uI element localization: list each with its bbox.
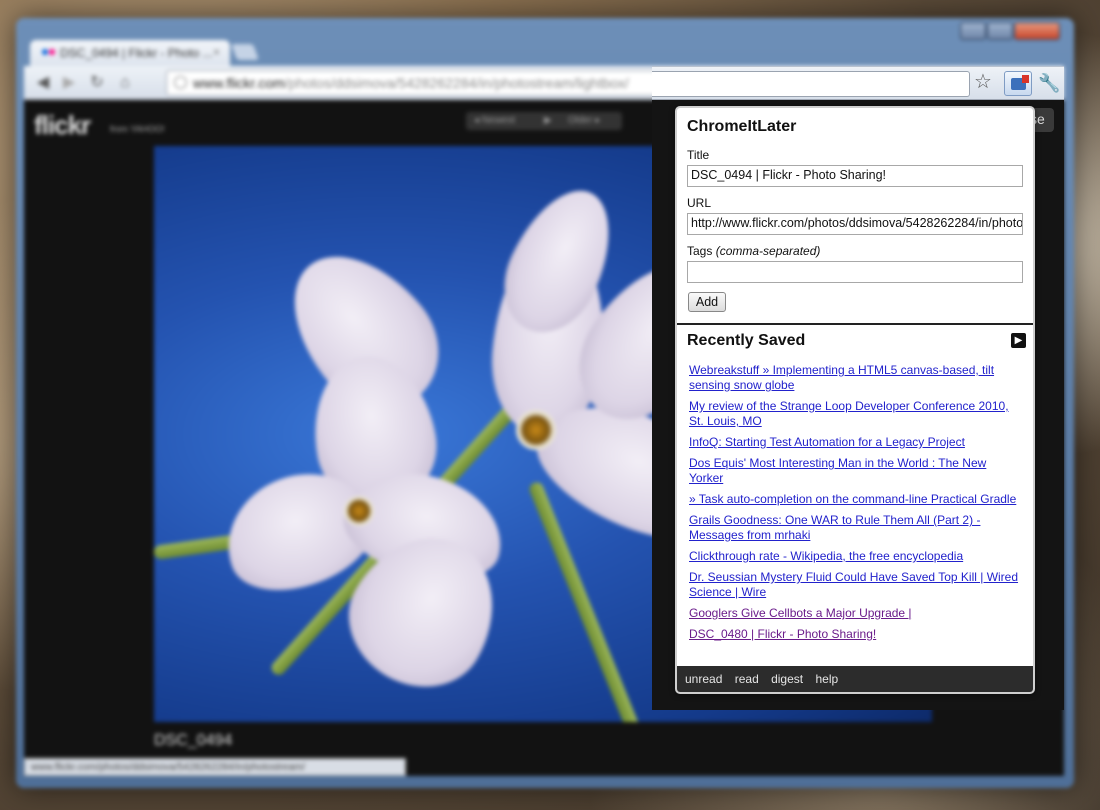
recent-item-link[interactable]: Dr. Seussian Mystery Fluid Could Have Sa… [689,570,1019,600]
recent-item-link[interactable]: My review of the Strange Loop Developer … [689,399,1019,429]
tab-close-icon[interactable]: × [213,45,220,59]
photo-title: DSC_0494 [154,732,233,749]
older-button[interactable]: Older ▸ [568,115,600,126]
section-divider [677,323,1033,325]
chromeitlater-icon[interactable] [1004,71,1032,96]
chromeitlater-popup: ChromeItLater Title DSC_0494 | Flickr - … [675,106,1035,694]
recent-item-link[interactable]: InfoQ: Starting Test Automation for a Le… [689,435,1019,450]
omnibox-domain: www.flickr.com [193,75,285,91]
recent-item-link[interactable]: Clickthrough rate - Wikipedia, the free … [689,549,1019,564]
recently-saved-list: Webreakstuff » Implementing a HTML5 canv… [689,363,1019,648]
title-field[interactable]: DSC_0494 | Flickr - Photo Sharing! [687,165,1023,187]
recent-item-link[interactable]: » Task auto-completion on the command-li… [689,492,1019,507]
footer-digest-link[interactable]: digest [771,672,803,686]
footer-read-link[interactable]: read [735,672,759,686]
back-icon[interactable]: ◀ [32,72,54,94]
lightbox-nav: ◂ Newest ▶ Older ▸ [466,112,622,130]
tags-label: Tags [687,244,713,258]
add-button[interactable]: Add [688,292,726,312]
footer-unread-link[interactable]: unread [685,672,722,686]
recent-item-link[interactable]: Googlers Give Cellbots a Major Upgrade | [689,606,1019,621]
flickr-logo[interactable]: flickr [34,110,91,141]
window-close-button[interactable] [1014,22,1060,40]
title-label: Title [687,148,710,162]
arrow-right-icon[interactable]: ▶ [1011,333,1026,348]
url-field[interactable]: http://www.flickr.com/photos/ddsimova/54… [687,213,1023,235]
minimize-button[interactable] [960,22,986,40]
recently-saved-heading: Recently Saved [687,332,806,349]
flickr-favicon-icon [42,49,56,57]
wrench-icon[interactable]: 🔧 [1038,70,1060,96]
forward-icon[interactable]: ▶ [58,72,80,94]
tags-hint: (comma-separated) [715,244,821,258]
reload-icon[interactable]: ↻ [86,72,108,94]
play-button[interactable]: ▶ [544,115,552,126]
popup-title: ChromeItLater [687,118,797,135]
recent-item-link[interactable]: Dos Equis' Most Interesting Man in the W… [689,456,1019,486]
tags-field[interactable] [687,261,1023,283]
home-icon[interactable]: ⌂ [114,72,136,94]
maximize-button[interactable] [987,22,1013,40]
omnibox-end[interactable] [652,71,970,97]
recent-item-link[interactable]: DSC_0480 | Flickr - Photo Sharing! [689,627,1019,642]
popup-footer: unread read digest help [677,666,1033,692]
star-icon[interactable]: ☆ [974,69,992,95]
tab-title: DSC_0494 | Flickr - Photo ... [60,46,213,60]
footer-help-link[interactable]: help [815,672,838,686]
toolbar-right: ☆ 🔧 [652,66,1064,100]
status-bar: www.flickr.com/photos/ddsimova/542826228… [24,758,406,776]
tags-label-row: Tags (comma-separated) [687,244,820,258]
browser-tab[interactable]: DSC_0494 | Flickr - Photo ... × [30,40,230,66]
globe-icon [174,76,187,89]
recent-item-link[interactable]: Grails Goodness: One WAR to Rule Them Al… [689,513,1019,543]
recent-item-link[interactable]: Webreakstuff » Implementing a HTML5 canv… [689,363,1019,393]
newest-button[interactable]: ◂ Newest [474,115,515,126]
omnibox-path: /photos/ddsimova/5428262284/in/photostre… [284,75,629,91]
flickr-logo-sub: from YAHOO! [110,124,165,134]
url-label: URL [687,196,712,210]
